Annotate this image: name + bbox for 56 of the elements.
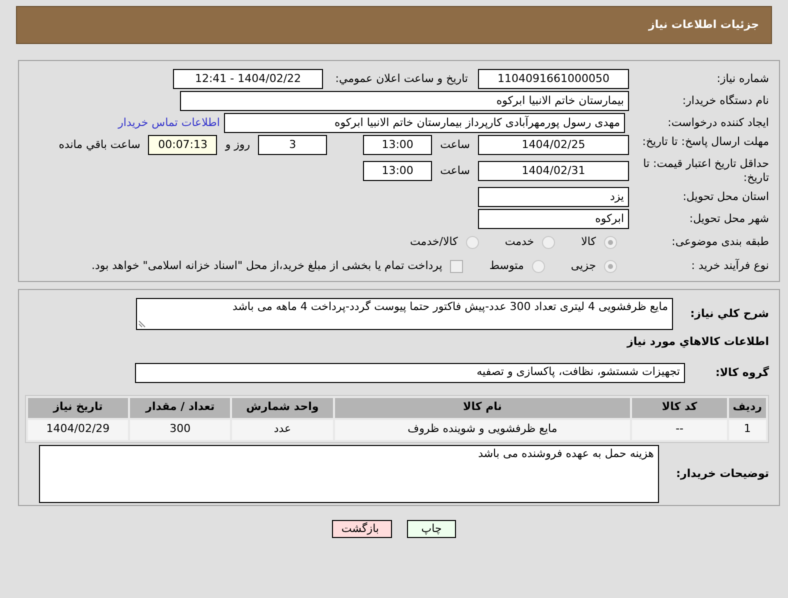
checkbox-label: پرداخت تمام یا بخشی از مبلغ خرید،از محل "اسناد خزانه اسلامی" خواهد بود. [92, 258, 442, 274]
contact-link[interactable]: اطلاعات تماس خریدار [118, 114, 220, 132]
field-label: تاریخ و ساعت اعلان عمومي: [334, 72, 468, 86]
field-label: حداقل تاریخ اعتبار قیمت: تا تاریخ: [642, 157, 769, 185]
radio-label: متوسط [489, 258, 524, 274]
date-field[interactable]: 1404/02/25 [478, 135, 629, 155]
column-header: نام کالا [334, 398, 630, 418]
city-field[interactable]: ابرکوه [478, 209, 629, 229]
description-field[interactable]: مایع ظرفشویی 4 لیتری تعداد 300 عدد-پیش فاکتور حتما پیوست گردد-پرداخت 4 ماهه می باشد [136, 298, 673, 330]
print-button[interactable]: چاپ [407, 520, 456, 538]
field-label: شماره نیاز: [716, 72, 769, 86]
announce-date-field[interactable]: 1404/02/22 - 12:41 [173, 69, 323, 89]
table-cell: 1 [728, 420, 766, 440]
column-header: واحد شمارش [232, 398, 333, 418]
buyer-org-field[interactable]: بیمارستان خاتم الانبیا ابرکوه [180, 91, 629, 111]
field-label: نوع فرآیند خرید : [690, 259, 769, 273]
remaining-time-field[interactable]: 00:07:13 [148, 135, 218, 155]
field-label: استان محل تحویل: [682, 190, 769, 204]
radio-label: کالا [581, 234, 596, 250]
goods-group-field[interactable]: تجهیزات شستشو، نظافت، پاکسازی و تصفیه [135, 362, 685, 382]
time-field[interactable]: 13:00 [363, 161, 432, 181]
column-header: تاریخ نیاز [28, 398, 128, 418]
field-label: شهر محل تحویل: [688, 212, 769, 226]
time-field[interactable]: 13:00 [363, 135, 432, 155]
table-cell: عدد [232, 420, 333, 440]
province-field[interactable]: یزد [478, 187, 629, 207]
buyer-notes-field[interactable]: هزینه حمل به عهده فروشنده می باشد [39, 444, 659, 502]
field-label: ساعت [440, 136, 470, 153]
field-label: شرح کلي نیاز: [689, 307, 769, 321]
field-label: نام دستگاه خریدار: [681, 94, 769, 108]
field-label: ساعت [440, 162, 470, 179]
date-field[interactable]: 1404/02/31 [478, 161, 629, 181]
section-title: اطلاعات کالاهاي مورد نیاز [626, 334, 769, 350]
radio-label: جزیی [570, 258, 596, 274]
table-cell: 300 [130, 420, 230, 440]
page-title: جزئیات اطلاعات نیاز [648, 16, 759, 33]
field-label: مهلت ارسال پاسخ: تا تاریخ: [641, 135, 769, 149]
column-header: کد کالا [632, 398, 727, 418]
resize-grip-icon[interactable] [138, 320, 146, 328]
column-header: ردیف [728, 398, 766, 418]
requester-field[interactable]: مهدی رسول پورمهرآبادی کارپرداز بیمارستان خاتم الانبیا ابرکوه [224, 113, 625, 133]
radio-label: کالا/خدمت [410, 234, 458, 250]
field-label: طبقه بندی موضوعی: [670, 235, 769, 249]
need-number-field[interactable]: 1104091661000050 [478, 69, 629, 89]
field-label: توضیحات خریدار: [675, 466, 769, 480]
field-label: ایجاد کننده درخواست: [666, 116, 769, 130]
field-label: ساعت باقي مانده [58, 136, 140, 153]
field-label: گروه کالا: [714, 366, 769, 380]
days-field[interactable]: 3 [258, 135, 328, 155]
table-cell: 1404/02/29 [28, 420, 128, 440]
back-button[interactable]: بازگشت [332, 520, 392, 538]
column-header: تعداد / مقدار [130, 398, 230, 418]
table-cell: مایع ظرفشویی و شوینده ظروف [334, 420, 630, 440]
field-label: روز و [225, 136, 250, 153]
table-cell: -- [632, 420, 727, 440]
radio-label: خدمت [504, 234, 534, 250]
